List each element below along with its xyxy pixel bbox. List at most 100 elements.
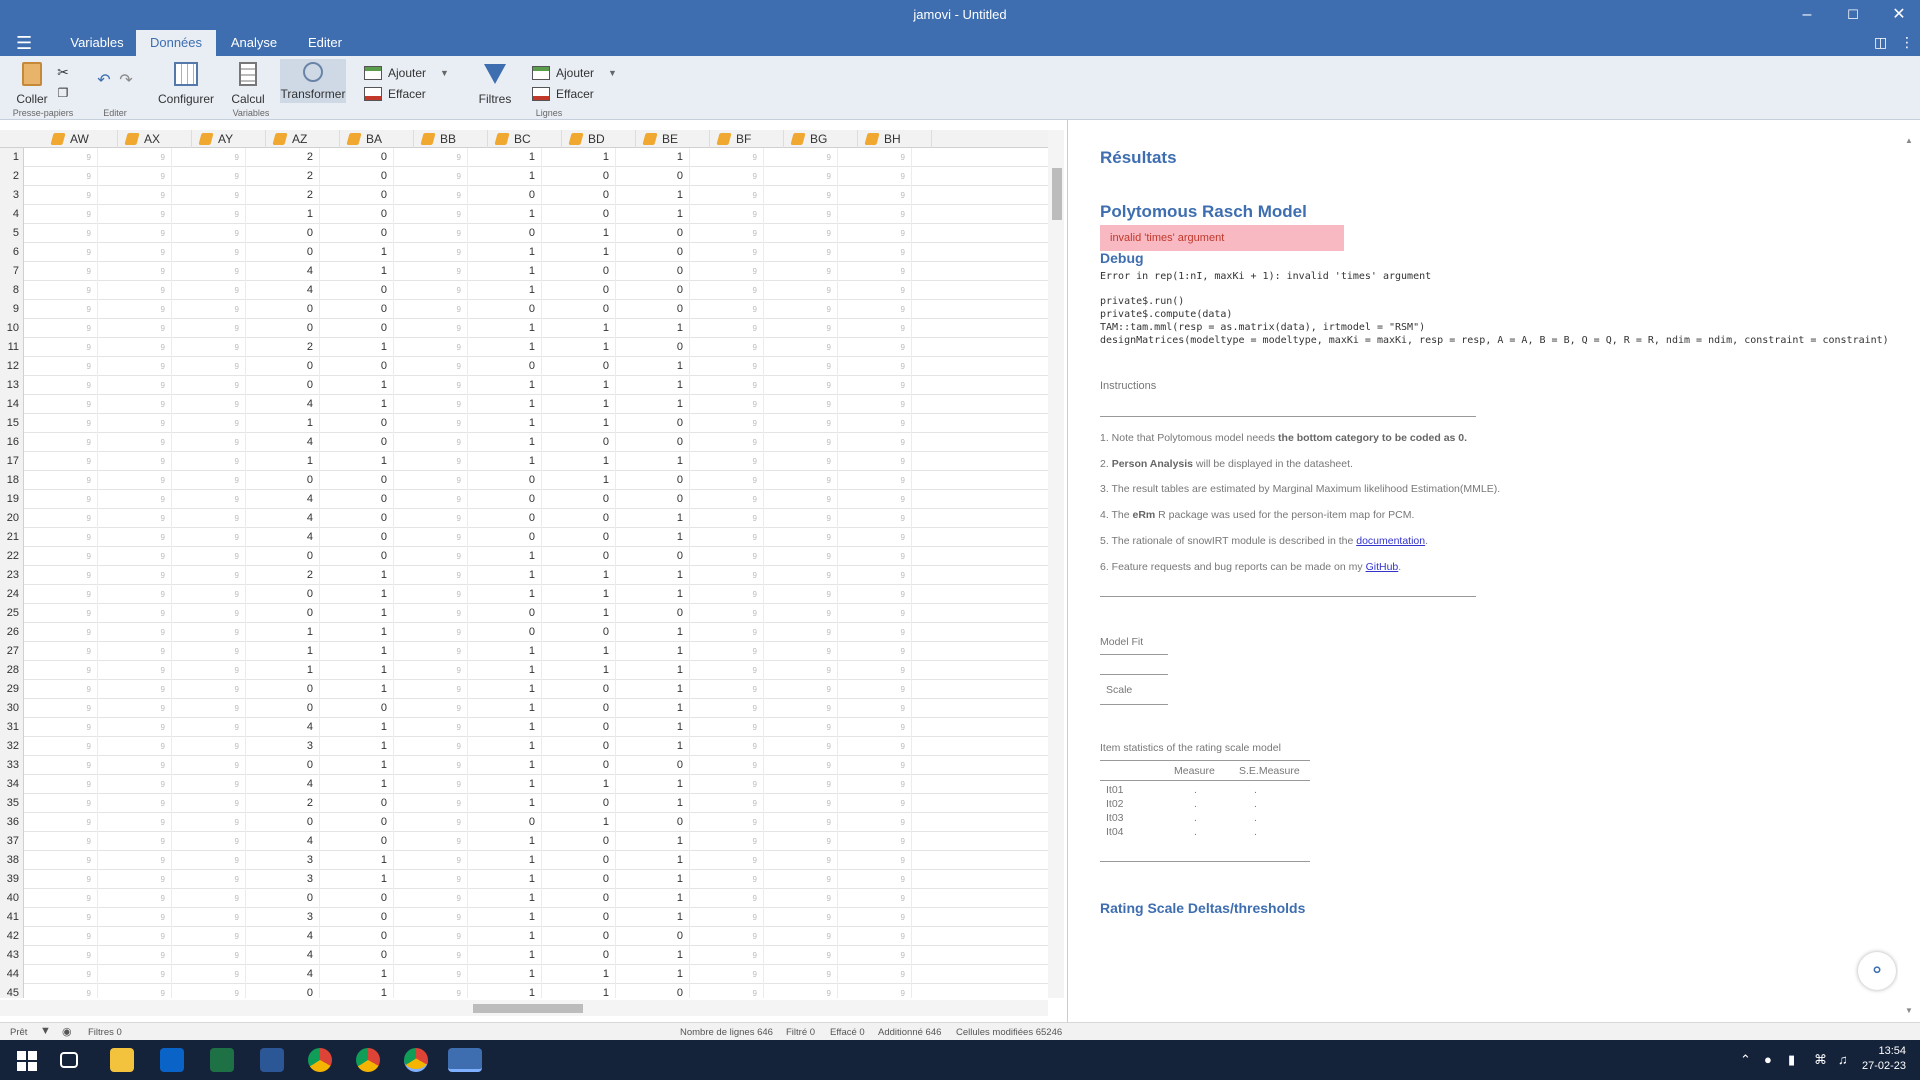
data-cell[interactable]: 0: [246, 547, 320, 566]
missing-cell[interactable]: 9: [690, 300, 764, 319]
missing-cell[interactable]: 9: [394, 300, 468, 319]
missing-cell[interactable]: 9: [764, 281, 838, 300]
data-cell[interactable]: 1: [616, 186, 690, 205]
data-cell[interactable]: 3: [246, 908, 320, 927]
missing-cell[interactable]: 9: [24, 167, 98, 186]
data-cell[interactable]: 4: [246, 395, 320, 414]
missing-cell[interactable]: 9: [764, 699, 838, 718]
row-number[interactable]: 12: [0, 357, 24, 376]
missing-cell[interactable]: 9: [172, 889, 246, 908]
data-cell[interactable]: 0: [542, 927, 616, 946]
row-number[interactable]: 26: [0, 623, 24, 642]
row-number[interactable]: 5: [0, 224, 24, 243]
data-cell[interactable]: 1: [616, 661, 690, 680]
missing-cell[interactable]: 9: [98, 224, 172, 243]
data-cell[interactable]: 0: [246, 813, 320, 832]
data-cell[interactable]: 0: [542, 756, 616, 775]
missing-cell[interactable]: 9: [838, 471, 912, 490]
data-cell[interactable]: 4: [246, 946, 320, 965]
missing-cell[interactable]: 9: [690, 680, 764, 699]
data-cell[interactable]: 0: [320, 908, 394, 927]
data-cell[interactable]: 1: [320, 566, 394, 585]
missing-cell[interactable]: 9: [838, 870, 912, 889]
missing-cell[interactable]: 9: [24, 794, 98, 813]
missing-cell[interactable]: 9: [690, 224, 764, 243]
missing-cell[interactable]: 9: [172, 395, 246, 414]
missing-cell[interactable]: 9: [690, 433, 764, 452]
missing-cell[interactable]: 9: [172, 262, 246, 281]
data-cell[interactable]: 0: [246, 889, 320, 908]
add-row-button[interactable]: Ajouter ▼: [532, 66, 617, 80]
row-number[interactable]: 41: [0, 908, 24, 927]
data-cell[interactable]: 1: [542, 566, 616, 585]
missing-cell[interactable]: 9: [764, 547, 838, 566]
data-cell[interactable]: 0: [542, 262, 616, 281]
column-header[interactable]: BD: [562, 130, 636, 148]
missing-cell[interactable]: 9: [764, 927, 838, 946]
missing-cell[interactable]: 9: [24, 148, 98, 167]
data-cell[interactable]: 0: [320, 148, 394, 167]
data-cell[interactable]: 0: [616, 490, 690, 509]
paste-button[interactable]: Coller: [14, 62, 50, 106]
data-cell[interactable]: 0: [320, 205, 394, 224]
data-cell[interactable]: 2: [246, 794, 320, 813]
missing-cell[interactable]: 9: [690, 604, 764, 623]
data-cell[interactable]: 0: [468, 471, 542, 490]
excel-icon[interactable]: [210, 1048, 234, 1072]
missing-cell[interactable]: 9: [394, 794, 468, 813]
missing-cell[interactable]: 9: [98, 756, 172, 775]
missing-cell[interactable]: 9: [172, 623, 246, 642]
missing-cell[interactable]: 9: [98, 338, 172, 357]
row-number[interactable]: 30: [0, 699, 24, 718]
missing-cell[interactable]: 9: [394, 642, 468, 661]
missing-cell[interactable]: 9: [764, 395, 838, 414]
data-cell[interactable]: 0: [320, 528, 394, 547]
data-cell[interactable]: 1: [320, 585, 394, 604]
data-cell[interactable]: 1: [468, 243, 542, 262]
microphone-icon[interactable]: ●: [1764, 1052, 1772, 1067]
missing-cell[interactable]: 9: [98, 927, 172, 946]
missing-cell[interactable]: 9: [764, 148, 838, 167]
row-number[interactable]: 32: [0, 737, 24, 756]
add-variable-button[interactable]: Ajouter ▼: [364, 66, 449, 80]
missing-cell[interactable]: 9: [172, 224, 246, 243]
missing-cell[interactable]: 9: [764, 509, 838, 528]
horizontal-scrollbar[interactable]: [0, 1000, 1048, 1016]
missing-cell[interactable]: 9: [24, 338, 98, 357]
data-cell[interactable]: 0: [616, 927, 690, 946]
missing-cell[interactable]: 9: [764, 984, 838, 998]
data-cell[interactable]: 4: [246, 528, 320, 547]
missing-cell[interactable]: 9: [838, 547, 912, 566]
data-cell[interactable]: 0: [616, 433, 690, 452]
missing-cell[interactable]: 9: [838, 148, 912, 167]
filters-button[interactable]: Filtres: [476, 62, 514, 106]
missing-cell[interactable]: 9: [98, 851, 172, 870]
missing-cell[interactable]: 9: [764, 965, 838, 984]
missing-cell[interactable]: 9: [172, 680, 246, 699]
missing-cell[interactable]: 9: [24, 775, 98, 794]
missing-cell[interactable]: 9: [838, 376, 912, 395]
missing-cell[interactable]: 9: [394, 281, 468, 300]
missing-cell[interactable]: 9: [690, 262, 764, 281]
missing-cell[interactable]: 9: [172, 832, 246, 851]
missing-cell[interactable]: 9: [690, 984, 764, 998]
missing-cell[interactable]: 9: [764, 718, 838, 737]
volume-icon[interactable]: ♫: [1838, 1052, 1848, 1067]
data-cell[interactable]: 4: [246, 832, 320, 851]
data-cell[interactable]: 0: [542, 870, 616, 889]
missing-cell[interactable]: 9: [98, 243, 172, 262]
data-cell[interactable]: 0: [542, 528, 616, 547]
data-cell[interactable]: 4: [246, 509, 320, 528]
row-number[interactable]: 23: [0, 566, 24, 585]
data-cell[interactable]: 0: [320, 509, 394, 528]
missing-cell[interactable]: 9: [98, 281, 172, 300]
missing-cell[interactable]: 9: [98, 528, 172, 547]
missing-cell[interactable]: 9: [394, 224, 468, 243]
missing-cell[interactable]: 9: [838, 319, 912, 338]
row-number[interactable]: 42: [0, 927, 24, 946]
data-cell[interactable]: 1: [542, 224, 616, 243]
data-cell[interactable]: 1: [616, 395, 690, 414]
delete-row-button[interactable]: Effacer: [532, 87, 594, 101]
row-number[interactable]: 35: [0, 794, 24, 813]
missing-cell[interactable]: 9: [394, 718, 468, 737]
